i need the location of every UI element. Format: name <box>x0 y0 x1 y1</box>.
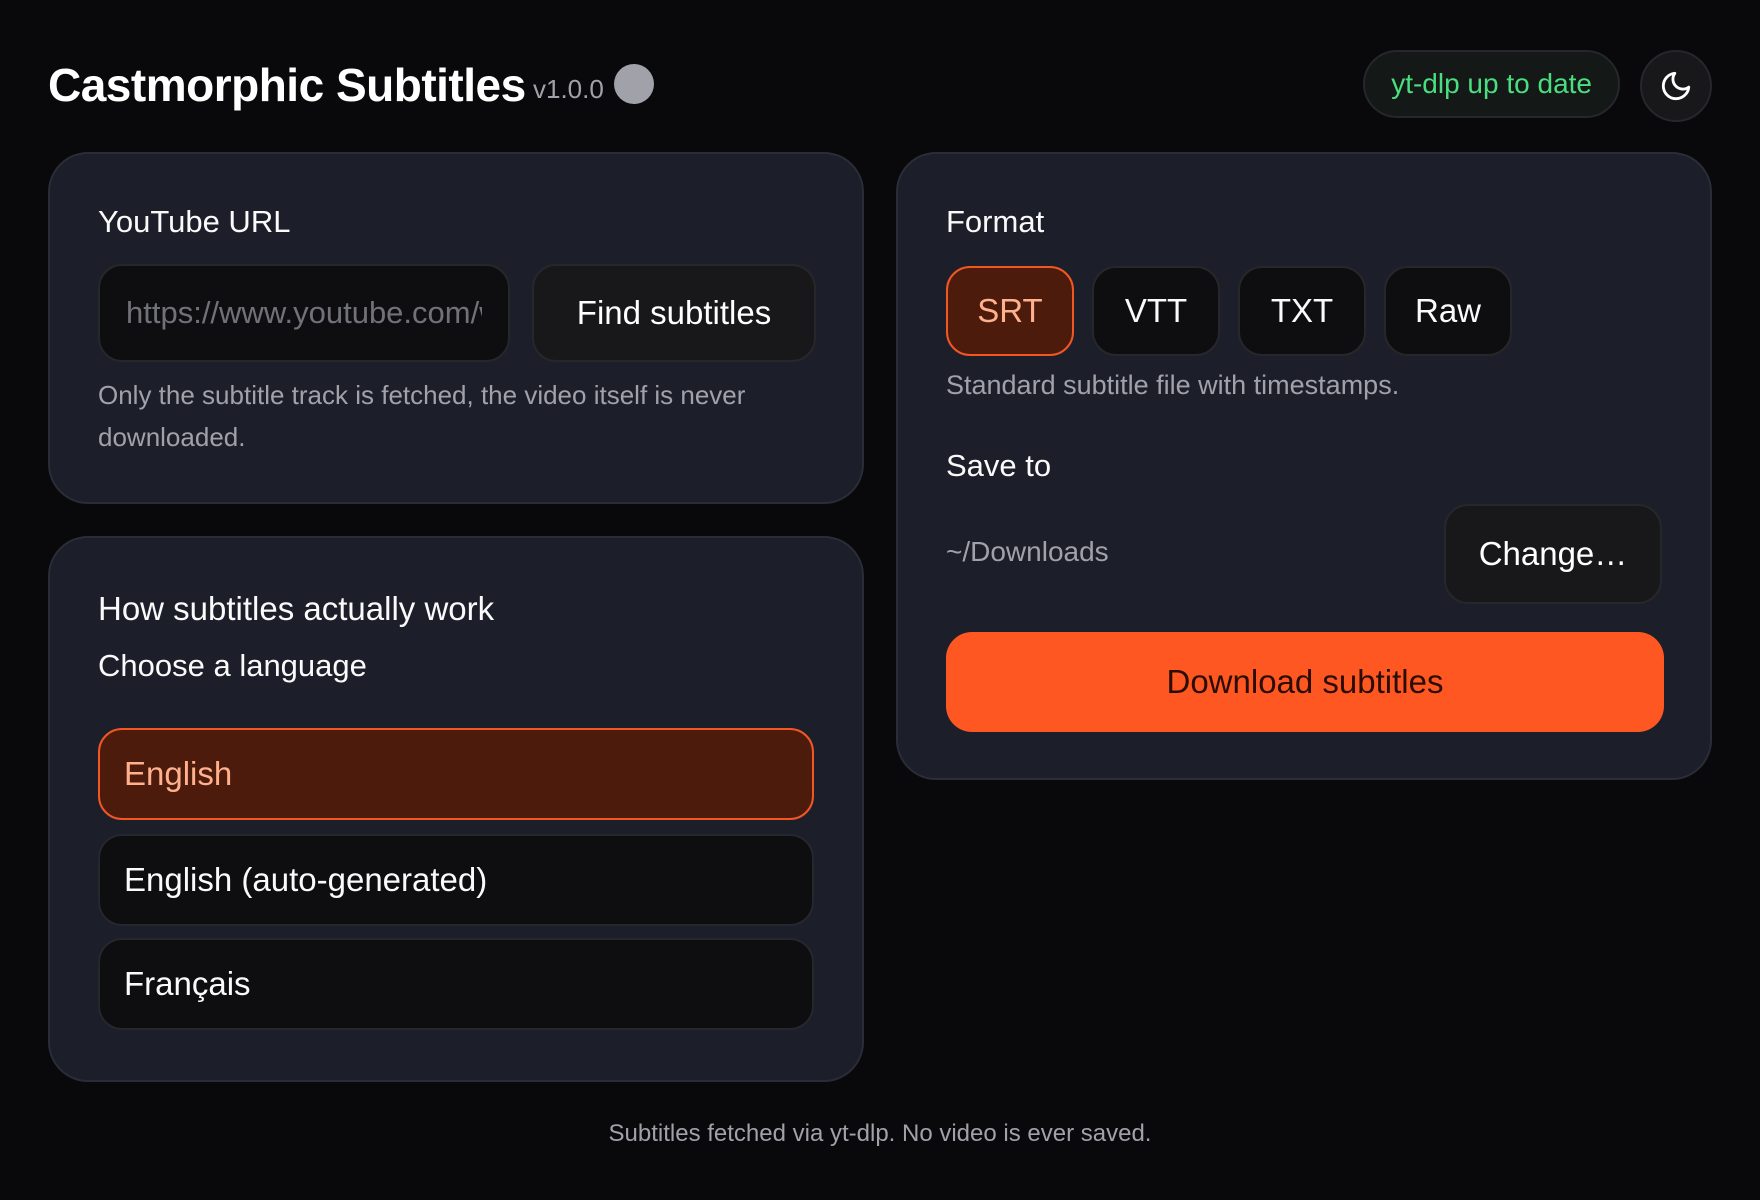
language-option-english-auto[interactable]: English (auto-generated) <box>98 834 814 926</box>
url-card: YouTube URL Find subtitles Only the subt… <box>48 152 864 504</box>
language-option-label: English <box>124 755 233 792</box>
status-dot-icon <box>614 64 654 104</box>
format-vtt-button[interactable]: VTT <box>1092 266 1220 356</box>
save-to-label: Save to <box>946 448 1052 483</box>
app-title: Castmorphic Subtitles <box>48 59 526 111</box>
footer-note: Subtitles fetched via yt-dlp. No video i… <box>608 1120 1152 1147</box>
app-header: Castmorphic Subtitles v1.0.0 yt-dlp up t… <box>48 50 1712 122</box>
format-raw-button[interactable]: Raw <box>1384 266 1512 356</box>
download-subtitles-button[interactable]: Download subtitles <box>946 632 1664 732</box>
save-path-value: ~/Downloads <box>946 536 1109 567</box>
language-card-heading: How subtitles actually work <box>98 590 495 627</box>
format-srt-button[interactable]: SRT <box>946 266 1074 356</box>
youtube-url-input[interactable] <box>98 264 510 362</box>
version-label: v1.0.0 <box>533 74 604 104</box>
format-label: Format <box>946 204 1045 239</box>
theme-toggle-button[interactable] <box>1640 50 1712 122</box>
language-option-label: Français <box>124 965 251 1002</box>
format-txt-button[interactable]: TXT <box>1238 266 1366 356</box>
language-card: How subtitles actually work Choose a lan… <box>48 536 864 1082</box>
format-card: Format SRT VTT TXT Raw Standard subtitle… <box>896 152 1712 780</box>
ytdlp-status-badge: yt-dlp up to date <box>1363 50 1620 118</box>
change-folder-button[interactable]: Change… <box>1444 504 1662 604</box>
url-label: YouTube URL <box>98 204 291 239</box>
find-subtitles-button[interactable]: Find subtitles <box>532 264 816 362</box>
language-option-label: English (auto-generated) <box>124 861 488 898</box>
language-option-english[interactable]: English <box>98 728 814 820</box>
url-hint: Only the subtitle track is fetched, the … <box>98 380 746 452</box>
language-option-francais[interactable]: Français <box>98 938 814 1030</box>
language-card-subheading: Choose a language <box>98 648 367 683</box>
format-description: Standard subtitle file with timestamps. <box>946 370 1400 400</box>
moon-icon <box>1661 71 1691 101</box>
